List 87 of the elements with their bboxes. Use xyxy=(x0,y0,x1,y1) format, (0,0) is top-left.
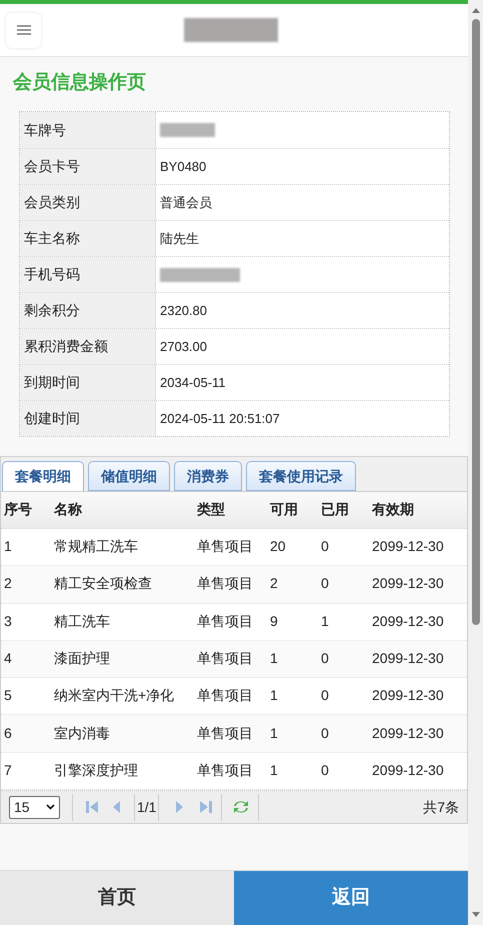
last-page-icon[interactable] xyxy=(200,801,212,814)
table-cell: 漆面护理 xyxy=(54,650,110,666)
table-cell: 单售项目 xyxy=(197,687,253,704)
menu-button[interactable] xyxy=(6,12,41,48)
table-cell: 2 xyxy=(4,575,12,592)
menu-icon xyxy=(16,25,30,35)
table-cell: 0 xyxy=(321,538,329,554)
previous-page-icon[interactable] xyxy=(113,801,120,814)
field-value: BY0480 xyxy=(160,158,206,176)
scroll-down-icon[interactable] xyxy=(472,912,480,917)
page-title: 会员信息操作页 xyxy=(13,71,147,95)
table-cell: 引擎深度护理 xyxy=(54,762,138,778)
table-cell: 0 xyxy=(321,724,329,741)
tab[interactable]: 套餐使用记录 xyxy=(246,461,356,491)
table-cell: 2099-12-30 xyxy=(372,575,444,592)
field-value: 陆先生 xyxy=(160,230,199,248)
table-cell: 单售项目 xyxy=(197,650,253,666)
next-page-icon[interactable] xyxy=(176,801,184,814)
refresh-icon[interactable] xyxy=(232,800,250,814)
table-cell: 1 xyxy=(270,650,278,666)
table-cell: 单售项目 xyxy=(197,762,253,778)
field-label: 车牌号 xyxy=(24,120,66,140)
field-label: 会员类别 xyxy=(24,193,80,212)
table-cell: 单售项目 xyxy=(197,538,253,554)
scroll-up-icon[interactable] xyxy=(472,8,480,13)
table-cell: 0 xyxy=(321,650,329,666)
table-cell: 单售项目 xyxy=(197,724,253,741)
tab[interactable]: 储值明细 xyxy=(88,461,170,491)
column-header: 有效期 xyxy=(372,501,414,517)
caret-icon xyxy=(46,804,55,810)
table-cell: 5 xyxy=(4,687,12,704)
table-cell: 0 xyxy=(321,575,329,592)
table-cell: 6 xyxy=(4,724,12,741)
table-cell: 3 xyxy=(4,612,12,629)
field-label: 剩余积分 xyxy=(24,301,80,320)
table-cell: 0 xyxy=(321,762,329,778)
field-value: 2034-05-11 xyxy=(160,374,226,392)
field-label: 到期时间 xyxy=(24,373,80,392)
table-cell: 室内消毒 xyxy=(54,724,110,741)
scroll-thumb[interactable] xyxy=(472,19,480,625)
home-button[interactable]: 首页 xyxy=(0,871,234,925)
field-label: 手机号码 xyxy=(24,265,80,284)
table-cell: 2 xyxy=(270,575,278,592)
first-page-icon[interactable] xyxy=(86,801,98,814)
blurred-value xyxy=(160,123,215,137)
field-label: 创建时间 xyxy=(24,409,80,428)
tab[interactable]: 消费券 xyxy=(174,461,242,491)
table-cell: 2099-12-30 xyxy=(372,724,444,741)
table-cell: 精工安全项检查 xyxy=(54,575,152,592)
table-cell: 2099-12-30 xyxy=(372,612,444,629)
page-indicator: 1/1 xyxy=(137,798,156,817)
field-value: 2024-05-11 20:51:07 xyxy=(160,410,280,428)
back-button[interactable]: 返回 xyxy=(234,871,468,925)
total-count: 共7条 xyxy=(423,798,459,817)
column-header: 已用 xyxy=(321,501,349,517)
field-label: 累积消费金额 xyxy=(24,337,108,356)
table-cell: 1 xyxy=(270,687,278,704)
table-cell: 1 xyxy=(4,538,12,554)
field-label: 车主名称 xyxy=(24,229,80,248)
field-value: 2703.00 xyxy=(160,338,207,356)
field-label: 会员卡号 xyxy=(24,157,80,176)
table-cell: 7 xyxy=(4,762,12,778)
table-cell: 2099-12-30 xyxy=(372,650,444,666)
table-cell: 纳米室内干洗+净化 xyxy=(54,687,174,704)
table-cell: 9 xyxy=(270,612,278,629)
table-cell: 2099-12-30 xyxy=(372,687,444,704)
field-value: 2320.80 xyxy=(160,302,207,320)
tab[interactable]: 套餐明细 xyxy=(2,461,84,492)
table-cell: 常规精工洗车 xyxy=(54,538,138,554)
table-cell: 1 xyxy=(270,762,278,778)
column-header: 可用 xyxy=(270,501,298,517)
table-cell: 0 xyxy=(321,687,329,704)
column-header: 类型 xyxy=(197,501,225,517)
page-size-select[interactable]: 15 xyxy=(9,796,60,819)
table-cell: 精工洗车 xyxy=(54,612,110,629)
field-value: 普通会员 xyxy=(160,194,212,212)
table-cell: 20 xyxy=(270,538,286,554)
table-cell: 1 xyxy=(321,612,329,629)
table-cell: 单售项目 xyxy=(197,612,253,629)
table-cell: 2099-12-30 xyxy=(372,762,444,778)
table-cell: 单售项目 xyxy=(197,575,253,592)
table-cell: 4 xyxy=(4,650,12,666)
scrollbar[interactable] xyxy=(468,0,483,925)
table-cell: 2099-12-30 xyxy=(372,538,444,554)
column-header: 名称 xyxy=(54,501,82,517)
column-header: 序号 xyxy=(4,501,32,517)
table-cell: 1 xyxy=(270,724,278,741)
